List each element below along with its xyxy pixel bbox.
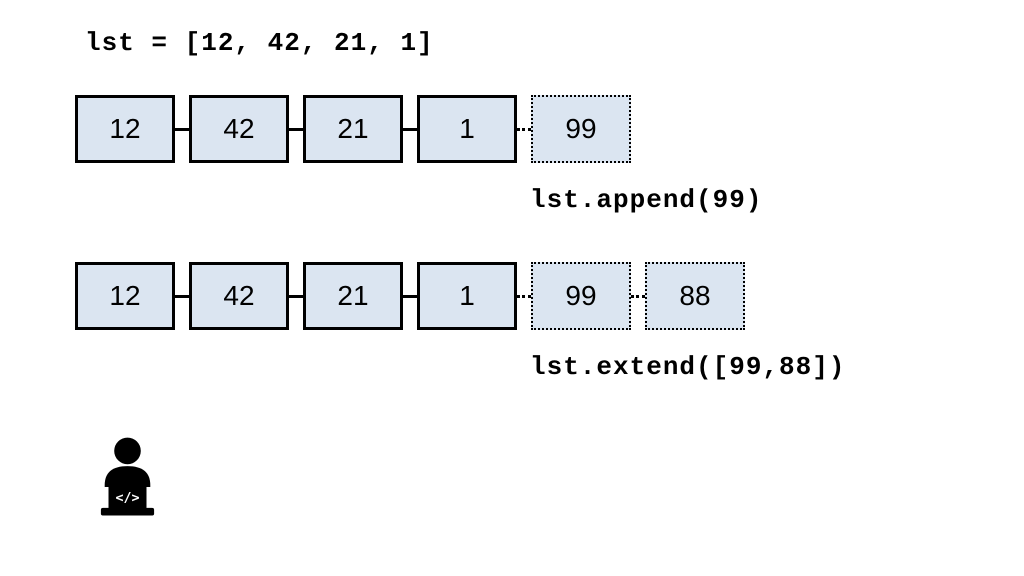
list-cell: 12	[75, 262, 175, 330]
list-cell: 1	[417, 95, 517, 163]
extended-cell: 88	[645, 262, 745, 330]
append-label: lst.append(99)	[530, 185, 762, 215]
list-cell: 42	[189, 95, 289, 163]
list-cell: 1	[417, 262, 517, 330]
list-cell: 21	[303, 95, 403, 163]
list-cell: 12	[75, 95, 175, 163]
extend-label: lst.extend([99,88])	[530, 352, 845, 382]
svg-text:</>: </>	[115, 491, 139, 506]
append-row: 12 42 21 1 99	[75, 95, 631, 163]
list-cell: 21	[303, 262, 403, 330]
connector	[175, 295, 189, 298]
extended-cell: 99	[531, 262, 631, 330]
connector	[289, 128, 303, 131]
connector-dotted	[517, 295, 531, 298]
connector-dotted	[631, 295, 645, 298]
connector	[403, 128, 417, 131]
appended-cell: 99	[531, 95, 631, 163]
connector	[403, 295, 417, 298]
code-declaration: lst = [12, 42, 21, 1]	[85, 28, 434, 58]
connector	[289, 295, 303, 298]
connector	[175, 128, 189, 131]
extend-row: 12 42 21 1 99 88	[75, 262, 745, 330]
connector-dotted	[517, 128, 531, 131]
developer-icon: </>	[80, 430, 175, 530]
list-cell: 42	[189, 262, 289, 330]
